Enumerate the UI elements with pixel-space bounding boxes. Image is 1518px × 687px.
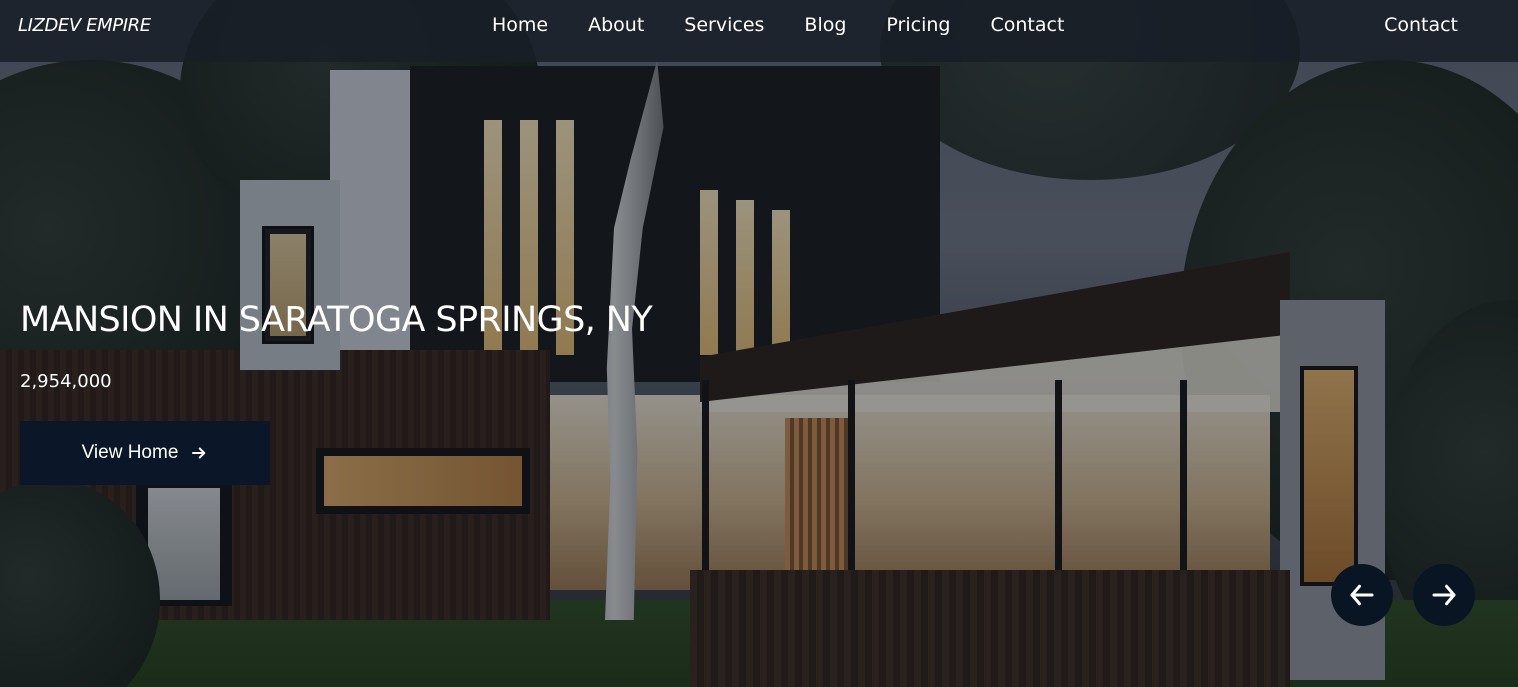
navbar: LIZDEV EMPIRE Home About Services Blog P… — [0, 0, 1518, 62]
nav-link-blog[interactable]: Blog — [784, 14, 866, 36]
hero-overlay — [0, 0, 1518, 687]
view-home-button[interactable]: View Home — [20, 421, 270, 485]
arrow-right-icon — [1432, 584, 1456, 606]
hero-background-image — [0, 0, 1518, 687]
carousel-prev-button[interactable] — [1331, 564, 1393, 626]
arrow-left-icon — [1350, 584, 1374, 606]
nav-link-contact[interactable]: Contact — [970, 14, 1084, 36]
arrow-right-icon — [192, 447, 206, 459]
view-home-label: View Home — [81, 442, 179, 463]
nav-link-services[interactable]: Services — [664, 14, 784, 36]
nav-link-home[interactable]: Home — [472, 14, 568, 36]
carousel-next-button[interactable] — [1413, 564, 1475, 626]
hero-price: 2,954,000 — [20, 371, 112, 392]
hero-title: MANSION IN SARATOGA SPRINGS, NY — [20, 300, 653, 340]
brand-logo[interactable]: LIZDEV EMPIRE — [18, 15, 151, 36]
header-contact-link[interactable]: Contact — [1384, 14, 1458, 36]
nav-link-pricing[interactable]: Pricing — [866, 14, 970, 36]
nav-link-about[interactable]: About — [568, 14, 664, 36]
nav-links: Home About Services Blog Pricing Contact — [472, 14, 1084, 36]
